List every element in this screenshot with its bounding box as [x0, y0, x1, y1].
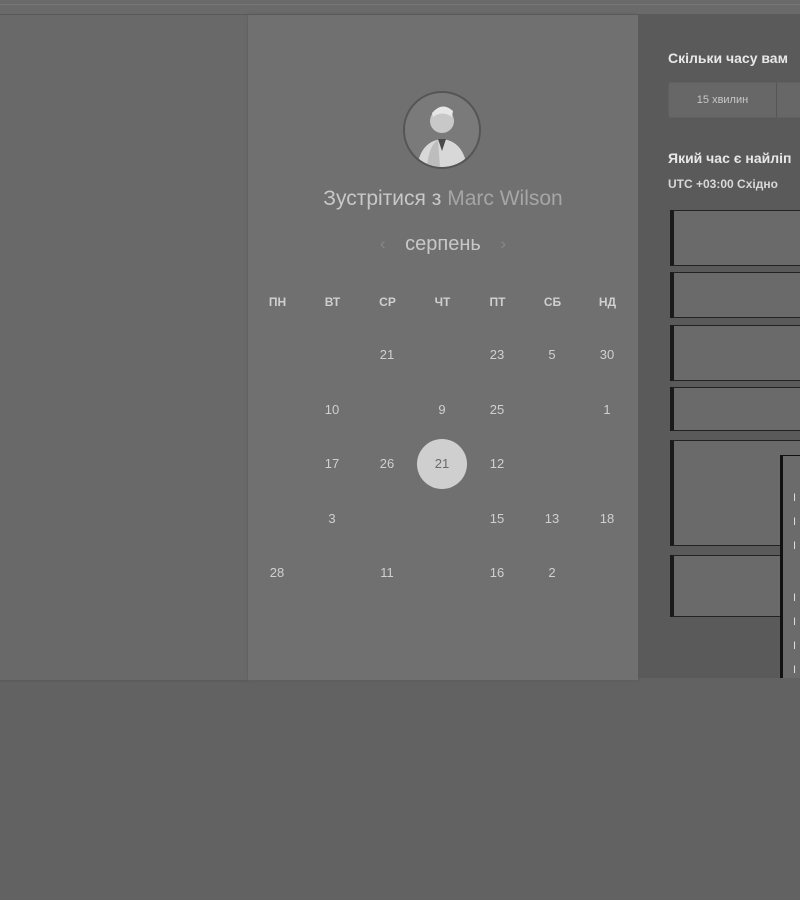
calendar-day[interactable]: 1 — [582, 385, 632, 435]
weekday-header: ЧТ — [434, 295, 451, 309]
calendar-day[interactable]: 15 — [472, 494, 522, 544]
calendar-day — [417, 494, 467, 544]
calendar-day[interactable]: 28 — [252, 548, 302, 598]
time-question: Який час є найліп — [668, 150, 792, 166]
weekday-header: ПН — [268, 295, 287, 309]
calendar-day — [527, 385, 577, 435]
calendar-day[interactable]: 2 — [527, 548, 577, 598]
calendar-panel: Зустрітися з Marc Wilson ‹ серпень › ПН В… — [248, 15, 638, 680]
calendar-day[interactable]: 16 — [472, 548, 522, 598]
calendar-day — [362, 494, 412, 544]
calendar-day[interactable]: 23 — [472, 330, 522, 380]
calendar-day — [307, 548, 357, 598]
calendar-day[interactable]: 12 — [472, 439, 522, 489]
calendar-day[interactable]: 5 — [527, 330, 577, 380]
calendar-day — [582, 439, 632, 489]
calendar-day[interactable]: 18 — [582, 494, 632, 544]
weekday-header: ВТ — [324, 295, 341, 309]
month-label: серпень — [405, 233, 481, 255]
weekday-header: СБ — [543, 295, 562, 309]
weekday-header: СР — [379, 295, 396, 309]
duration-question: Скільки часу вам — [668, 50, 788, 66]
time-slot[interactable] — [670, 272, 800, 318]
duration-option-button[interactable]: 15 хвилин — [669, 83, 777, 117]
timezone-label[interactable]: UTC +03:00 Східно — [668, 177, 778, 191]
calendar-day[interactable]: 25 — [472, 385, 522, 435]
weekday-header: НД — [598, 295, 617, 309]
host-name: Marc Wilson — [447, 187, 563, 210]
calendar-day — [417, 548, 467, 598]
avatar — [403, 91, 481, 169]
person-icon — [405, 93, 479, 167]
chevron-left-icon[interactable]: ‹ — [366, 234, 400, 254]
selected-day[interactable]: 21 — [417, 439, 467, 489]
time-slot[interactable] — [670, 387, 800, 431]
calendar-day — [252, 494, 302, 544]
time-slot[interactable] — [670, 210, 800, 266]
calendar-day[interactable]: 9 — [417, 385, 467, 435]
calendar-day[interactable]: 17 — [307, 439, 357, 489]
slot-popup: I I I I I I I I — [780, 455, 800, 678]
chevron-right-icon[interactable]: › — [486, 234, 520, 254]
calendar-day — [527, 439, 577, 489]
calendar-day[interactable]: 21 — [362, 330, 412, 380]
calendar-day[interactable]: 11 — [362, 548, 412, 598]
calendar-day — [417, 330, 467, 380]
calendar-day[interactable]: 13 — [527, 494, 577, 544]
time-slot[interactable] — [670, 325, 800, 381]
calendar-day — [252, 385, 302, 435]
weekday-header: ПТ — [489, 295, 506, 309]
calendar-day — [362, 385, 412, 435]
calendar-day[interactable]: 3 — [307, 494, 357, 544]
calendar-day[interactable]: 10 — [307, 385, 357, 435]
left-pane — [0, 15, 248, 682]
month-navigation: ‹ серпень › — [248, 233, 638, 256]
top-strip — [0, 0, 800, 15]
options-panel: Скільки часу вам 15 хвилин Який час є на… — [638, 15, 800, 678]
calendar-day — [307, 330, 357, 380]
calendar-day[interactable]: 26 — [362, 439, 412, 489]
title-prefix: Зустрітися з — [323, 187, 442, 210]
page-title: Зустрітися з Marc Wilson — [248, 187, 638, 211]
calendar-day — [252, 330, 302, 380]
duration-selector: 15 хвилин — [668, 82, 800, 118]
calendar-day[interactable]: 30 — [582, 330, 632, 380]
calendar-day — [582, 548, 632, 598]
calendar-day — [252, 439, 302, 489]
